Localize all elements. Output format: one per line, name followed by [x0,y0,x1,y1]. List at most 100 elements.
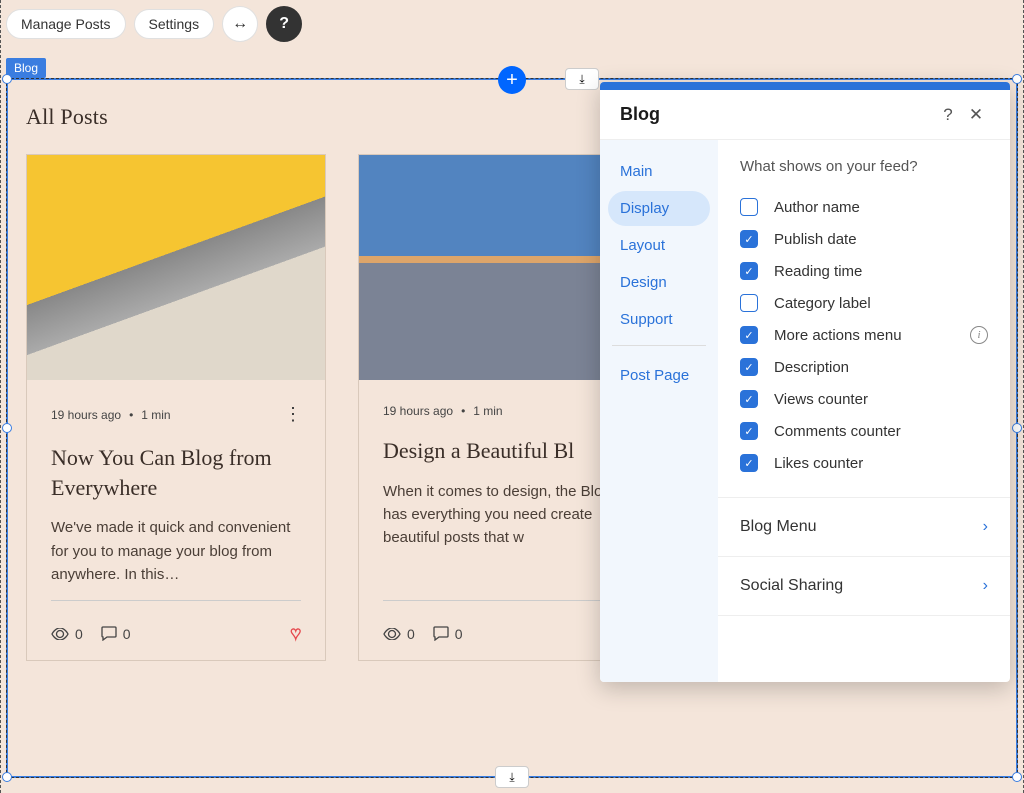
plus-icon: + [506,69,518,92]
comment-icon [433,626,449,641]
resize-handle-tl[interactable] [2,74,12,84]
comments-count: 0 [455,626,463,642]
panel-main: What shows on your feed? Author name ✓ Pub… [718,140,1010,682]
display-option[interactable]: Author name [740,191,988,223]
option-label: Reading time [774,263,862,280]
download-icon: ⤓ [579,72,584,87]
post-read-time: 1 min [141,408,170,422]
views-count: 0 [75,626,83,642]
post-time: 19 hours ago [51,408,121,422]
manage-posts-button[interactable]: Manage Posts [6,9,126,39]
selection-label: Blog [6,58,46,78]
download-icon: ⤓ [509,770,514,785]
panel-close-button[interactable]: ✕ [962,105,990,125]
checkbox[interactable]: ✓ [740,390,758,408]
display-option[interactable]: ✓ Comments counter [740,415,988,447]
display-option[interactable]: ✓ More actions menu i [740,319,988,351]
option-label: Likes counter [774,455,863,472]
comments-stat[interactable]: 0 [101,626,131,642]
meta-separator: • [461,404,465,418]
attach-top-button[interactable]: ⤓ [565,68,599,90]
display-option[interactable]: ✓ Publish date [740,223,988,255]
tab-support[interactable]: Support [608,302,710,337]
panel-accent-bar [600,82,1010,90]
info-icon[interactable]: i [970,326,988,344]
more-vertical-icon: ⋮ [284,404,301,424]
section-heading: What shows on your feed? [740,158,988,175]
views-stat[interactable]: 0 [383,626,415,642]
divider [51,600,301,601]
option-label: Publish date [774,231,857,248]
stretch-icon: ↔ [232,15,248,33]
checkbox[interactable]: ✓ [740,262,758,280]
checkbox[interactable]: ✓ [740,422,758,440]
option-label: Description [774,359,849,376]
option-label: Category label [774,295,871,312]
post-read-time: 1 min [473,404,502,418]
post-time: 19 hours ago [383,404,453,418]
meta-separator: • [129,408,133,422]
option-label: Comments counter [774,423,901,440]
post-cover-image [27,155,325,380]
post-description: When it comes to design, the Blog has ev… [383,480,633,586]
close-icon: ✕ [969,105,983,124]
comments-count: 0 [123,626,131,642]
option-label: Author name [774,199,860,216]
attach-bottom-button[interactable]: ⤓ [495,766,529,788]
checkbox[interactable]: ✓ [740,230,758,248]
display-option[interactable]: ✓ Description [740,351,988,383]
post-more-button[interactable]: ⋮ [284,404,301,425]
stretch-button[interactable]: ↔ [222,6,258,42]
settings-button[interactable]: Settings [134,9,215,39]
sidebar-divider [612,345,706,346]
checkbox[interactable] [740,294,758,312]
divider [718,615,1010,616]
option-label: Views counter [774,391,868,408]
tab-main[interactable]: Main [608,154,710,189]
resize-handle-ml[interactable] [2,423,12,433]
resize-handle-mr[interactable] [1012,423,1022,433]
social-sharing-section[interactable]: Social Sharing › [718,557,1010,615]
display-option[interactable]: ✓ Views counter [740,383,988,415]
checkbox[interactable] [740,198,758,216]
tab-layout[interactable]: Layout [608,228,710,263]
eye-icon [383,628,401,640]
divider [383,600,633,601]
tab-post-page[interactable]: Post Page [608,358,710,393]
help-button[interactable]: ? [266,6,302,42]
resize-handle-tr[interactable] [1012,74,1022,84]
option-label: More actions menu [774,327,902,344]
chevron-right-icon: › [983,577,988,595]
checkbox[interactable]: ✓ [740,358,758,376]
tab-display[interactable]: Display [608,191,710,226]
top-toolbar: Manage Posts Settings ↔ ? [6,6,302,42]
tab-design[interactable]: Design [608,265,710,300]
post-description: We've made it quick and convenient for y… [51,516,301,586]
display-option[interactable]: ✓ Reading time [740,255,988,287]
display-option[interactable]: ✓ Likes counter [740,447,988,479]
post-meta: 19 hours ago • 1 min [383,404,503,418]
post-title: Now You Can Blog from Everywhere [51,443,301,502]
views-count: 0 [407,626,415,642]
comment-icon [101,626,117,641]
resize-handle-bl[interactable] [2,772,12,782]
like-button[interactable]: ♥ [290,623,301,644]
heart-icon: ♥ [290,623,301,643]
eye-icon [51,628,69,640]
blog-menu-section[interactable]: Blog Menu › [718,498,1010,556]
add-element-button[interactable]: + [498,66,526,94]
post-card[interactable]: 19 hours ago • 1 min ⋮ Now You Can Blog … [26,154,326,661]
panel-title: Blog [620,104,934,125]
blog-settings-panel: Blog ? ✕ Main Display Layout Design Supp… [600,82,1010,682]
checkbox[interactable]: ✓ [740,326,758,344]
comments-stat[interactable]: 0 [433,626,463,642]
checkbox[interactable]: ✓ [740,454,758,472]
display-option[interactable]: Category label [740,287,988,319]
section-label: Social Sharing [740,577,843,595]
panel-sidebar: Main Display Layout Design Support Post … [600,140,718,682]
resize-handle-br[interactable] [1012,772,1022,782]
section-label: Blog Menu [740,518,817,536]
panel-help-button[interactable]: ? [934,105,962,125]
views-stat[interactable]: 0 [51,626,83,642]
question-icon: ? [279,15,289,33]
